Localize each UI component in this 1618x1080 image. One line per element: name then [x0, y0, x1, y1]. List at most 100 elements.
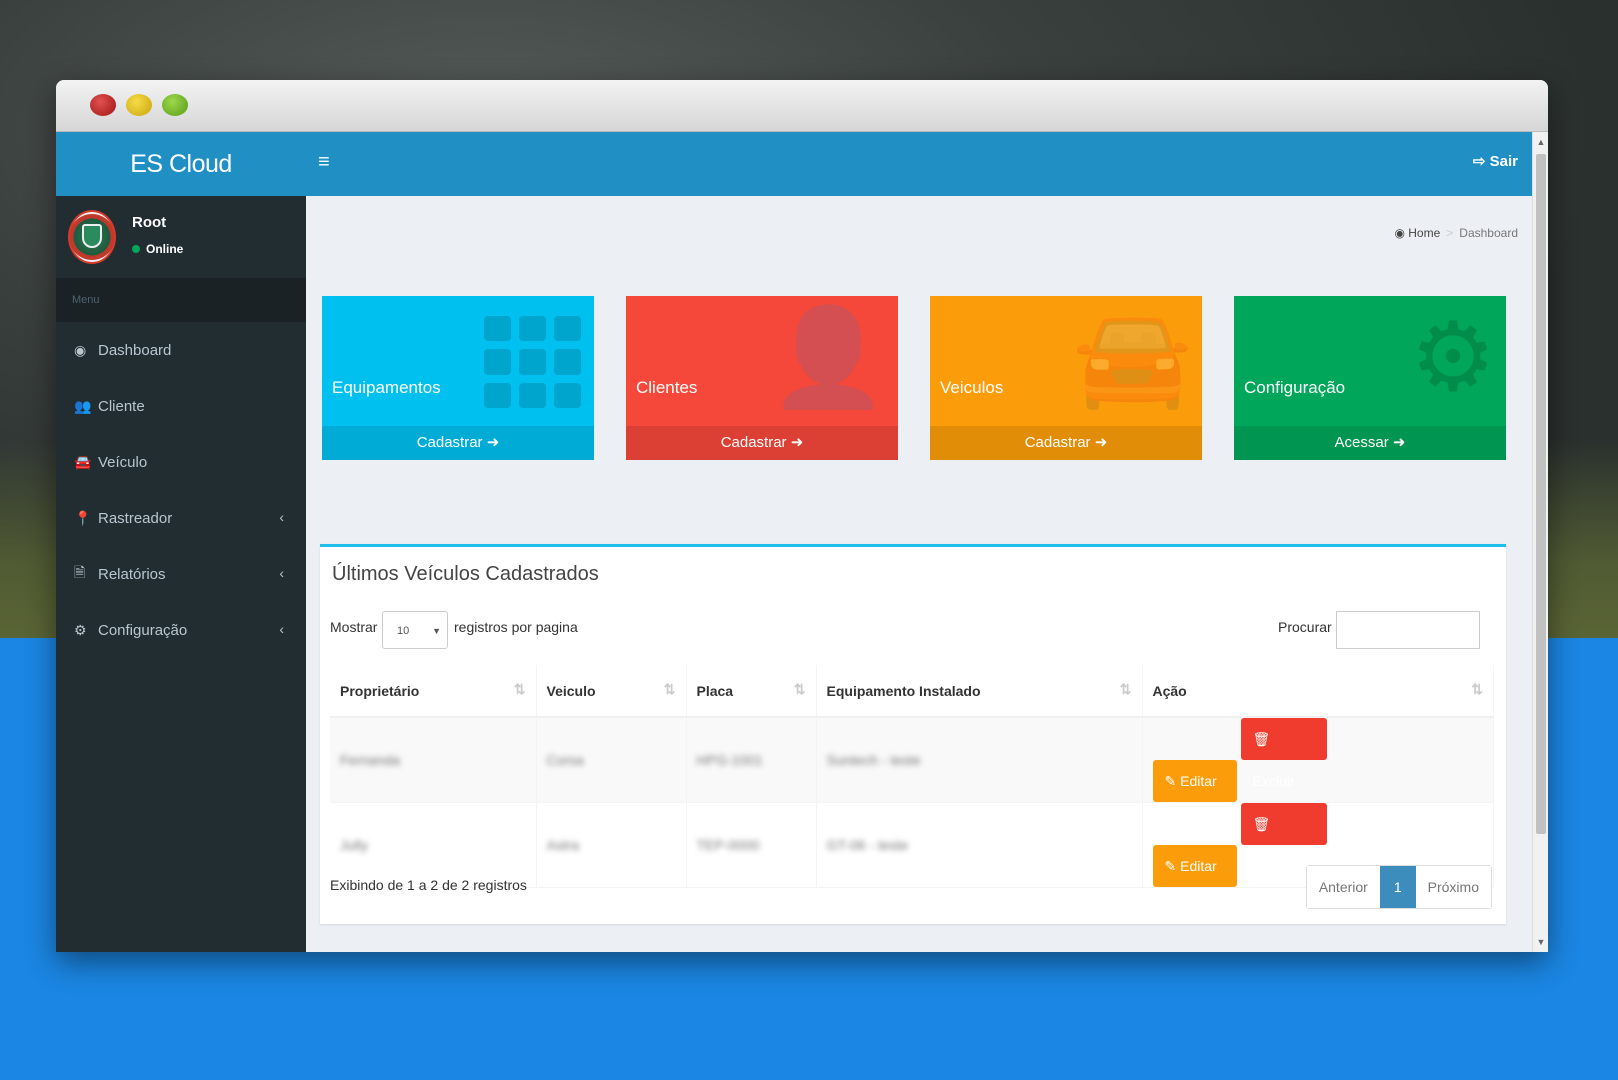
- page-length-select[interactable]: 10 ▼: [382, 611, 448, 649]
- sidebar-item-label: Veículo: [98, 453, 148, 471]
- latest-vehicles-box: Últimos Veículos Cadastrados Mostrar 10 ▼…: [320, 544, 1506, 924]
- scroll-up-icon[interactable]: ▲: [1536, 136, 1546, 148]
- table-info: Exibindo de 1 a 2 de 2 registros: [330, 877, 527, 893]
- delete-button[interactable]: 🗑 Excluir: [1240, 718, 1327, 789]
- tile-link-label: Acessar: [1334, 434, 1389, 451]
- sort-icon: ⇅: [1471, 681, 1483, 697]
- sidebar-nav: ◉ Dashboard 👥 Cliente 🚘 Veículo 📍 Rastreador ‹ 🗎 R…: [56, 322, 306, 658]
- vehicle-value: Corsa: [546, 752, 584, 768]
- sidebar-item-label: Cliente: [98, 397, 145, 415]
- tile-cadastrar-link[interactable]: Cadastrar ➜: [322, 426, 594, 460]
- owner-value: Jully: [340, 837, 369, 853]
- prev-page-button[interactable]: Anterior: [1306, 866, 1380, 908]
- breadcrumb-home[interactable]: Home: [1408, 226, 1440, 240]
- edit-icon: ✎: [1164, 773, 1177, 789]
- content-area: ◉ Home > Dashboard Equipamentos Cadastrar …: [306, 196, 1532, 952]
- logout-button[interactable]: ⇨ Sair: [1473, 152, 1518, 170]
- tile-cadastrar-link[interactable]: Cadastrar ➜: [930, 426, 1202, 460]
- sort-icon: ⇅: [663, 681, 676, 697]
- column-label: Ação: [1152, 682, 1187, 699]
- column-label: Veiculo: [546, 682, 596, 699]
- trash-icon: 🗑: [1252, 731, 1271, 747]
- sidebar-item-label: Relatórios: [98, 565, 166, 583]
- page-length-value: 10: [397, 625, 410, 637]
- page-1-button[interactable]: 1: [1379, 866, 1416, 908]
- table-header-row: Proprietário ⇅ Veiculo ⇅ Placa ⇅ Equipament…: [330, 665, 1494, 718]
- table-row: Fernanda Corsa HPG-1001 Suntech - teste …: [330, 717, 1494, 803]
- column-header-plate[interactable]: Placa ⇅: [686, 665, 817, 718]
- vertical-scrollbar[interactable]: ▲ ▼: [1532, 132, 1548, 952]
- brand-logo[interactable]: ES Cloud: [56, 132, 306, 196]
- cell-plate: HPG-1001: [686, 717, 817, 803]
- column-label: Proprietário: [340, 682, 420, 699]
- trash-icon: 🗑: [1252, 816, 1271, 832]
- column-header-owner[interactable]: Proprietário ⇅: [330, 665, 537, 718]
- sidebar-item-veiculo[interactable]: 🚘 Veículo: [56, 434, 306, 490]
- gear-icon: ⚙: [1409, 304, 1496, 411]
- chevron-left-icon: ‹: [279, 509, 284, 525]
- tile-title: Clientes: [636, 378, 698, 397]
- sidebar-item-label: Dashboard: [98, 341, 172, 359]
- scroll-down-icon[interactable]: ▼: [1536, 936, 1546, 948]
- car-icon: 🚘: [1072, 304, 1192, 411]
- maximize-window-button[interactable]: [162, 94, 188, 116]
- sidebar-item-dashboard[interactable]: ◉ Dashboard: [56, 322, 306, 378]
- shield-icon: [82, 224, 102, 248]
- cell-vehicle: Corsa: [536, 717, 687, 803]
- cell-plate: TEP-0000: [686, 802, 817, 888]
- cell-equipment: Suntech - teste: [816, 717, 1143, 803]
- sort-asc-icon: ⇅: [513, 681, 526, 697]
- tile-title: Veiculos: [940, 378, 1004, 397]
- minimize-window-button[interactable]: [126, 94, 152, 116]
- column-header-action[interactable]: Ação ⇅: [1142, 665, 1494, 718]
- user-plus-icon: 👤: [768, 304, 888, 411]
- app-container: ES Cloud Root Online Menu ◉ Dashboard 👥 Cli…: [56, 132, 1532, 952]
- dashboard-icon: ◉: [74, 341, 87, 358]
- equipment-value: GT-06 - teste: [826, 837, 909, 853]
- vehicle-value: Astra: [546, 837, 580, 853]
- sidebar-item-relatorios[interactable]: 🗎 Relatórios ‹: [56, 546, 306, 602]
- tile-acessar-link[interactable]: Acessar ➜: [1234, 426, 1506, 460]
- edit-button[interactable]: ✎ Editar: [1152, 845, 1237, 887]
- delete-button[interactable]: 🗑 Excluir: [1240, 803, 1327, 874]
- sidebar-item-label: Rastreador: [98, 509, 173, 527]
- map-marker-icon: 📍: [74, 509, 92, 526]
- users-icon: 👥: [74, 397, 92, 414]
- sort-icon: ⇅: [793, 681, 806, 697]
- sidebar-item-rastreador[interactable]: 📍 Rastreador ‹: [56, 490, 306, 546]
- tile-link-label: Cadastrar: [720, 434, 787, 451]
- edit-button[interactable]: ✎ Editar: [1152, 760, 1237, 802]
- sidebar-item-label: Configuração: [98, 621, 188, 639]
- column-label: Placa: [696, 682, 734, 699]
- cell-actions: ✎ Editar🗑 Excluir: [1142, 717, 1494, 803]
- caret-down-icon: ▼: [432, 626, 441, 636]
- tile-veiculos: 🚘 Veiculos Cadastrar ➜: [930, 296, 1202, 460]
- plate-value: TEP-0000: [696, 837, 760, 853]
- file-icon: 🗎: [74, 564, 86, 580]
- column-label: Equipamento Instalado: [826, 682, 981, 699]
- column-header-equipment[interactable]: Equipamento Instalado ⇅: [816, 665, 1143, 718]
- close-window-button[interactable]: [90, 94, 116, 116]
- user-name: Root: [132, 214, 167, 231]
- tile-link-label: Cadastrar: [1024, 434, 1091, 451]
- delete-label: Excluir: [1252, 858, 1295, 874]
- user-status-label: Online: [146, 242, 184, 256]
- scrollbar-thumb[interactable]: [1536, 154, 1546, 834]
- sidebar: ES Cloud Root Online Menu ◉ Dashboard 👥 Cli…: [56, 132, 306, 952]
- breadcrumb-separator: >: [1446, 226, 1454, 240]
- menu-toggle-icon[interactable]: ≡: [318, 150, 330, 174]
- sign-out-icon: ⇨: [1472, 153, 1490, 170]
- next-page-button[interactable]: Próximo: [1415, 866, 1491, 908]
- tile-cadastrar-link[interactable]: Cadastrar ➜: [626, 426, 898, 460]
- column-header-vehicle[interactable]: Veiculo ⇅: [536, 665, 687, 718]
- sidebar-item-configuracao[interactable]: ⚙ Configuração ‹: [56, 602, 306, 658]
- cell-equipment: GT-06 - teste: [816, 802, 1143, 888]
- car-icon: 🚘: [74, 453, 92, 470]
- per-page-label: registros por pagina: [454, 619, 578, 635]
- pagination: Anterior 1 Próximo: [1305, 865, 1492, 909]
- sidebar-item-cliente[interactable]: 👥 Cliente: [56, 378, 306, 434]
- online-dot-icon: [132, 245, 140, 253]
- owner-value: Fernanda: [340, 752, 400, 768]
- plate-value: HPG-1001: [696, 752, 763, 768]
- search-input[interactable]: [1336, 611, 1480, 649]
